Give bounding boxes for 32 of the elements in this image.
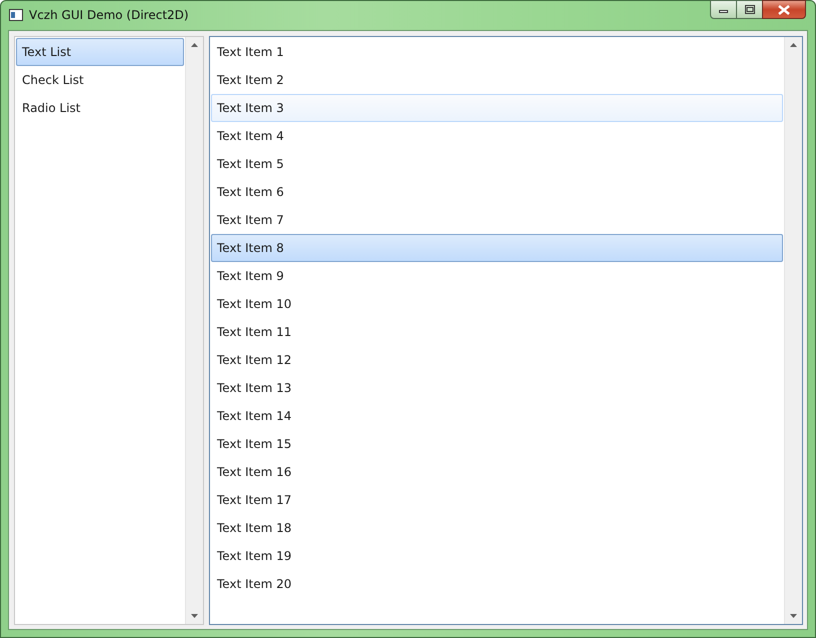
scrollbar[interactable] — [784, 37, 802, 624]
maximize-button[interactable] — [736, 0, 763, 19]
list-item[interactable]: Text Item 16 — [211, 458, 783, 486]
list-item[interactable]: Text Item 19 — [211, 542, 783, 570]
list-item[interactable]: Text Item 15 — [211, 430, 783, 458]
window-icon — [9, 9, 23, 21]
list-item[interactable]: Text List — [16, 38, 184, 66]
close-button[interactable] — [762, 0, 806, 19]
list-item[interactable]: Text Item 9 — [211, 262, 783, 290]
list-item[interactable]: Text Item 6 — [211, 178, 783, 206]
minimize-button[interactable] — [710, 0, 737, 19]
list-item[interactable]: Text Item 5 — [211, 150, 783, 178]
list-item[interactable]: Text Item 4 — [211, 122, 783, 150]
list-item[interactable]: Check List — [16, 66, 184, 94]
list-item[interactable]: Text Item 2 — [211, 66, 783, 94]
list-item[interactable]: Text Item 7 — [211, 206, 783, 234]
maximize-icon — [744, 5, 754, 14]
list-item[interactable]: Text Item 8 — [211, 234, 783, 262]
list-item[interactable]: Text Item 17 — [211, 486, 783, 514]
scrollbar[interactable] — [185, 37, 203, 624]
list-item[interactable]: Text Item 11 — [211, 318, 783, 346]
list-item[interactable]: Text Item 18 — [211, 514, 783, 542]
list-item[interactable]: Radio List — [16, 94, 184, 122]
list-item[interactable]: Text Item 10 — [211, 290, 783, 318]
list-item[interactable]: Text Item 13 — [211, 374, 783, 402]
list-item[interactable]: Text Item 3 — [211, 94, 783, 122]
list-item[interactable]: Text Item 20 — [211, 570, 783, 598]
window-title: Vczh GUI Demo (Direct2D) — [29, 8, 189, 22]
list-item[interactable]: Text Item 14 — [211, 402, 783, 430]
list-item[interactable]: Text Item 12 — [211, 346, 783, 374]
close-icon — [778, 4, 790, 14]
list-item[interactable]: Text Item 1 — [211, 38, 783, 66]
